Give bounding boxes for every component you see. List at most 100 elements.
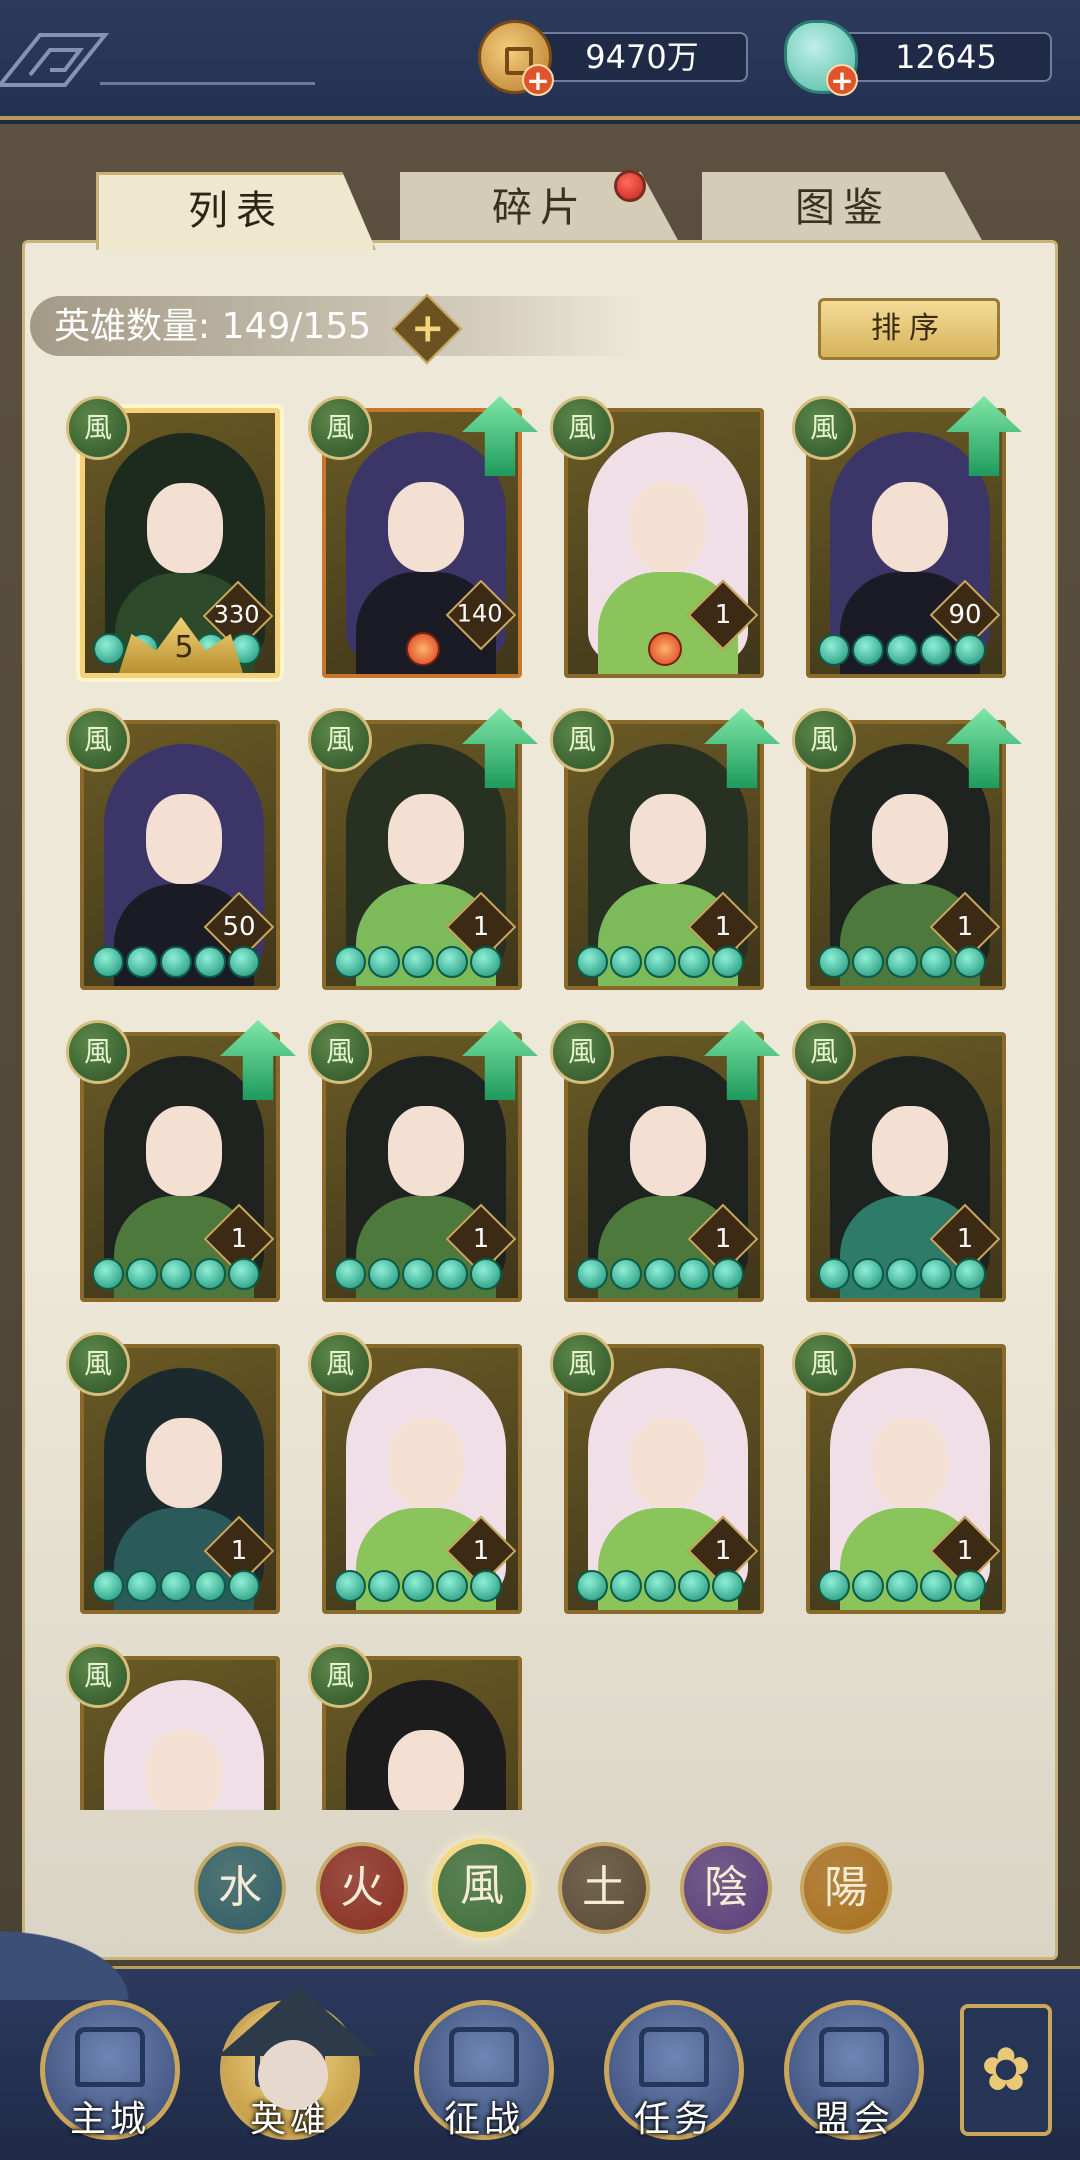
star-row <box>576 1570 744 1604</box>
jade-star-icon <box>886 946 918 978</box>
jade-star-icon <box>228 1258 260 1290</box>
jade-star-icon <box>920 946 952 978</box>
jade-star-icon <box>93 633 125 665</box>
jade-star-icon <box>470 946 502 978</box>
wind-element-icon: 風 <box>308 1020 372 1084</box>
wind-element-icon: 風 <box>550 1332 614 1396</box>
jade-star-icon <box>194 1570 226 1602</box>
jade-star-icon <box>954 1570 986 1602</box>
jade-star-icon <box>818 946 850 978</box>
hero-level-value: 1 <box>714 1224 732 1254</box>
hero-grid: 330 5 風 140 風 1 風 90 風 50 風 1 風 1 風 1 風 1 風 1 風 1 風 1 風 1 風 1 風 1 風 1 風風… <box>0 0 1080 1810</box>
wind-element-icon: 風 <box>792 1332 856 1396</box>
wind-element-icon: 風 <box>66 396 130 460</box>
wind-element-icon: 風 <box>550 1020 614 1084</box>
jade-star-icon <box>678 1570 710 1602</box>
hero-level-value: 1 <box>472 1224 490 1254</box>
element-filter-5[interactable]: 陽 <box>800 1842 892 1934</box>
jade-star-icon <box>852 634 884 666</box>
jade-star-icon <box>920 1570 952 1602</box>
wind-element-icon: 風 <box>308 396 372 460</box>
jade-star-icon <box>334 1570 366 1602</box>
castle-icon <box>75 2027 145 2087</box>
quest-icon <box>639 2027 709 2087</box>
menu-flower-icon[interactable]: ✿ <box>960 2004 1052 2136</box>
wind-element-icon: 風 <box>308 1644 372 1708</box>
wind-element-icon: 風 <box>792 1020 856 1084</box>
jade-star-icon <box>712 946 744 978</box>
star-row <box>92 1258 260 1292</box>
nav-label: 征战 <box>443 2099 524 2140</box>
jade-star-icon <box>436 1258 468 1290</box>
star-row <box>576 1258 744 1292</box>
nav-label: 任务 <box>633 2099 714 2140</box>
battle-icon <box>449 2027 519 2087</box>
jade-star-icon <box>954 634 986 666</box>
jade-star-icon <box>228 1570 260 1602</box>
wind-element-icon: 風 <box>550 708 614 772</box>
hero-face-icon <box>258 2040 328 2110</box>
jade-star-icon <box>886 1570 918 1602</box>
jade-star-icon <box>644 946 676 978</box>
star-row <box>818 1570 986 1604</box>
element-filter-2[interactable]: 風 <box>432 1838 532 1938</box>
jade-star-icon <box>818 1258 850 1290</box>
jade-star-icon <box>470 1258 502 1290</box>
jade-star-icon <box>954 946 986 978</box>
star-row <box>92 946 260 980</box>
jade-star-icon <box>126 1570 158 1602</box>
hero-level-value: 1 <box>472 912 490 942</box>
jade-star-icon <box>92 946 124 978</box>
nav-label: 盟会 <box>813 2099 894 2140</box>
jade-star-icon <box>160 1258 192 1290</box>
jade-star-icon <box>160 946 192 978</box>
jade-star-icon <box>228 946 260 978</box>
jade-star-icon <box>576 1570 608 1602</box>
jade-star-icon <box>886 1258 918 1290</box>
jade-star-icon <box>610 946 642 978</box>
crown-rank: 5 <box>174 630 194 665</box>
jade-star-icon <box>92 1570 124 1602</box>
jade-star-icon <box>644 1258 676 1290</box>
jade-star-icon <box>470 1570 502 1602</box>
fire-orb-icon <box>648 632 682 666</box>
wind-element-icon: 風 <box>792 396 856 460</box>
hero-level-value: 90 <box>948 600 982 630</box>
element-filter-3[interactable]: 土 <box>558 1842 650 1934</box>
tab-list[interactable]: 列表 <box>96 172 376 250</box>
jade-star-icon <box>818 1570 850 1602</box>
jade-star-icon <box>334 946 366 978</box>
jade-star-icon <box>852 1258 884 1290</box>
jade-star-icon <box>334 1258 366 1290</box>
jade-star-icon <box>402 1570 434 1602</box>
jade-star-icon <box>920 634 952 666</box>
hero-level-value: 1 <box>714 600 732 630</box>
jade-star-icon <box>194 1258 226 1290</box>
hero-level-value: 1 <box>956 1224 974 1254</box>
hero-level-value: 1 <box>956 912 974 942</box>
star-row <box>334 1258 502 1292</box>
element-filter-4[interactable]: 陰 <box>680 1842 772 1934</box>
hero-level-value: 1 <box>714 1536 732 1566</box>
element-filter-0[interactable]: 水 <box>194 1842 286 1934</box>
hero-level-value: 1 <box>714 912 732 942</box>
nav-label: 主城 <box>69 2099 150 2140</box>
jade-star-icon <box>368 946 400 978</box>
fan-ornament-icon <box>0 1920 150 2000</box>
wind-element-icon: 風 <box>66 708 130 772</box>
hero-level-value: 330 <box>213 600 260 629</box>
jade-star-icon <box>712 1258 744 1290</box>
jade-star-icon <box>126 946 158 978</box>
jade-star-icon <box>126 1258 158 1290</box>
wind-element-icon: 風 <box>308 1332 372 1396</box>
hero-level-value: 1 <box>472 1536 490 1566</box>
star-row <box>92 1570 260 1604</box>
jade-star-icon <box>712 1570 744 1602</box>
jade-star-icon <box>576 1258 608 1290</box>
jade-star-icon <box>368 1570 400 1602</box>
star-row <box>818 634 986 668</box>
jade-star-icon <box>610 1570 642 1602</box>
guild-icon <box>819 2027 889 2087</box>
element-filter-1[interactable]: 火 <box>316 1842 408 1934</box>
jade-star-icon <box>852 946 884 978</box>
